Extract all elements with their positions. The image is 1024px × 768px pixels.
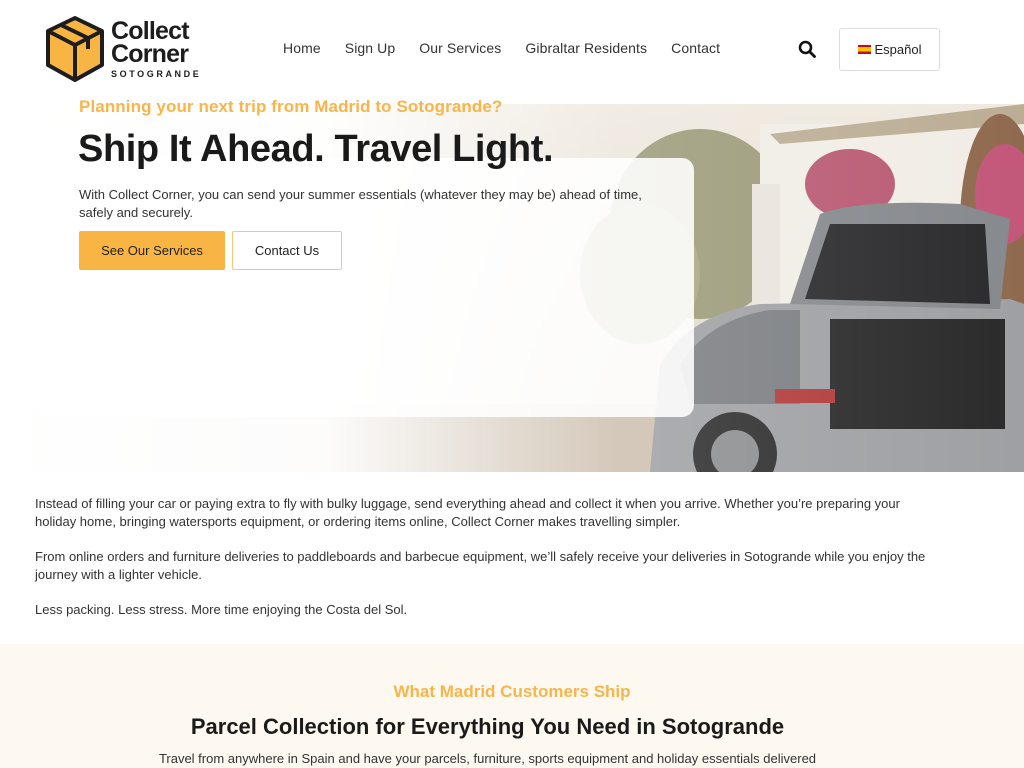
hero-kicker: Planning your next trip from Madrid to S…: [79, 97, 503, 116]
see-our-services-button[interactable]: See Our Services: [79, 231, 225, 270]
what-customers-ship-section: What Madrid Customers Ship Parcel Collec…: [0, 644, 1024, 768]
site-header: Collect Corner SOTOGRANDE Home Sign Up O…: [0, 0, 1024, 104]
logo-text: Collect Corner SOTOGRANDE: [111, 18, 202, 79]
nav-home[interactable]: Home: [283, 40, 321, 56]
logo[interactable]: Collect Corner SOTOGRANDE: [44, 14, 214, 84]
logo-line-2: Corner: [111, 39, 189, 68]
intro-paragraph-1: Instead of filling your car or paying ex…: [35, 496, 900, 529]
intro-paragraph-3: Less packing. Less stress. More time enj…: [35, 602, 408, 617]
search-icon[interactable]: [798, 40, 816, 58]
hero-description: With Collect Corner, you can send your s…: [79, 187, 642, 220]
intro-section: Instead of filling your car or paying ex…: [35, 495, 935, 636]
contact-us-button[interactable]: Contact Us: [232, 231, 342, 270]
intro-paragraph-2: From online orders and furniture deliver…: [35, 549, 926, 582]
box-logo-icon: [46, 16, 104, 82]
nav-sign-up[interactable]: Sign Up: [345, 40, 396, 56]
section-description: Travel from anywhere in Spain and have y…: [158, 751, 817, 766]
nav-gibraltar-residents[interactable]: Gibraltar Residents: [525, 40, 647, 56]
nav-our-services[interactable]: Our Services: [419, 40, 501, 56]
logo-subtitle: SOTOGRANDE: [111, 68, 202, 79]
language-label: Español: [874, 42, 922, 57]
hero-title: Ship It Ahead. Travel Light.: [78, 128, 554, 170]
section-title: Parcel Collection for Everything You Nee…: [190, 714, 785, 739]
nav-contact[interactable]: Contact: [671, 40, 720, 56]
spain-flag-icon: [857, 45, 871, 54]
main-nav: Home Sign Up Our Services Gibraltar Resi…: [283, 40, 744, 56]
language-switcher[interactable]: Español: [839, 28, 940, 71]
section-kicker: What Madrid Customers Ship: [393, 682, 631, 701]
